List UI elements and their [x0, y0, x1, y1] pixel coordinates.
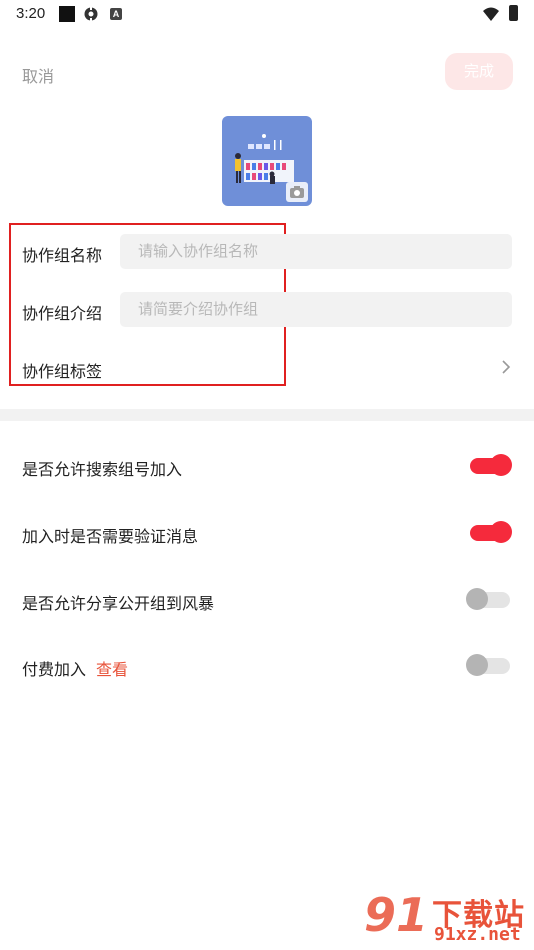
toggle-knob: [466, 588, 488, 610]
notification-square-icon: [59, 6, 75, 22]
group-cover-image[interactable]: [222, 116, 312, 206]
app-a-icon: A: [110, 8, 122, 20]
section-divider: [0, 409, 534, 421]
setting-search-join-label: 是否允许搜索组号加入: [22, 462, 183, 479]
toggle-knob: [490, 521, 512, 543]
search-join-toggle[interactable]: [470, 454, 512, 476]
watermark: 91 下载站 91xz.net: [364, 888, 532, 948]
share-public-toggle[interactable]: [466, 588, 512, 610]
settings-gear-icon: [84, 6, 98, 22]
status-time: 3:20: [16, 5, 46, 22]
group-intro-input[interactable]: [120, 292, 512, 327]
verify-message-toggle[interactable]: [470, 521, 512, 543]
setting-paid-join-label: 付费加入: [22, 662, 87, 679]
group-intro-label: 协作组介绍: [22, 306, 103, 323]
wifi-icon: [483, 7, 499, 21]
battery-icon: [509, 5, 518, 21]
cancel-button[interactable]: 取消: [22, 63, 54, 87]
paid-join-toggle[interactable]: [466, 654, 512, 676]
group-name-input[interactable]: [120, 234, 512, 269]
group-tags-label: 协作组标签: [22, 364, 103, 381]
setting-share-public-label: 是否允许分享公开组到风暴: [22, 596, 215, 613]
group-name-label: 协作组名称: [22, 248, 103, 265]
status-bar: 3:20 A: [0, 0, 534, 30]
watermark-url: 91xz.net: [434, 924, 521, 945]
toggle-knob: [466, 654, 488, 676]
chevron-right-icon: [502, 360, 511, 374]
toggle-knob: [490, 454, 512, 476]
camera-icon[interactable]: [286, 182, 308, 202]
setting-verify-message-label: 加入时是否需要验证消息: [22, 529, 199, 546]
watermark-logo: 91: [364, 888, 429, 942]
done-button[interactable]: 完成: [445, 53, 513, 90]
view-link[interactable]: 查看: [96, 656, 128, 680]
